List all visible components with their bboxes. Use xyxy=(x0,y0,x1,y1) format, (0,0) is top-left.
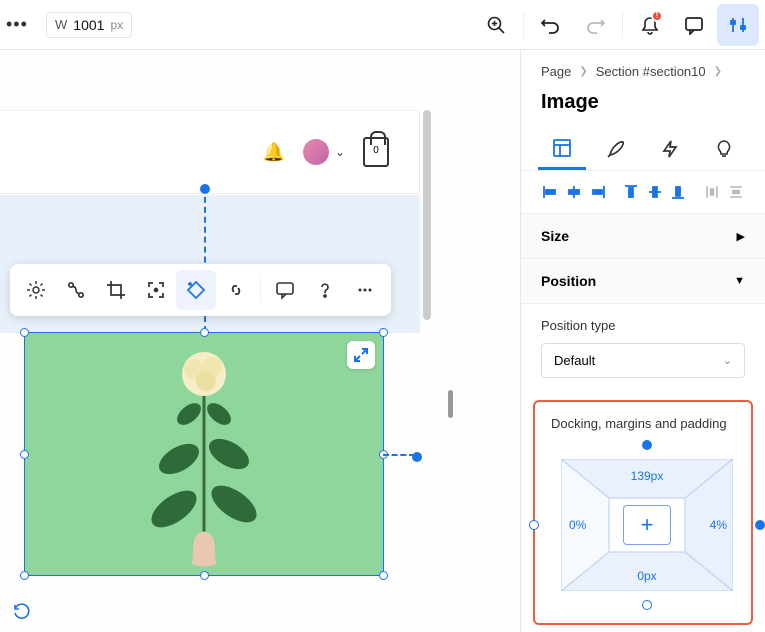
resize-handle[interactable] xyxy=(379,328,388,337)
redo-button[interactable] xyxy=(574,4,616,46)
width-unit: px xyxy=(110,18,123,32)
flower-image-icon xyxy=(134,339,274,569)
top-toolbar: ••• W 1001 px ! xyxy=(0,0,765,50)
position-type-field: Position type Default ⌄ xyxy=(521,304,765,392)
canvas-area[interactable]: 🔔 ⌄ 0 xyxy=(0,110,430,630)
separator xyxy=(260,278,261,302)
resize-handle[interactable] xyxy=(20,571,29,580)
dock-left-icon[interactable] xyxy=(529,520,539,530)
section-position[interactable]: Position ▼ xyxy=(521,259,765,304)
align-right-icon[interactable] xyxy=(588,181,607,203)
align-center-v-icon[interactable] xyxy=(646,181,665,203)
resize-handle[interactable] xyxy=(200,328,209,337)
tab-interactions[interactable] xyxy=(646,128,694,170)
site-header-preview: 🔔 ⌄ 0 xyxy=(0,110,420,194)
notifications-button[interactable]: ! xyxy=(629,4,671,46)
chevron-right-icon: ❯ xyxy=(714,66,722,77)
alert-badge-icon: ! xyxy=(651,10,663,22)
caret-right-icon: ▶ xyxy=(737,230,745,243)
canvas-workspace: 🔔 ⌄ 0 xyxy=(0,50,520,632)
history-icon[interactable] xyxy=(12,602,30,620)
section-size[interactable]: Size ▶ xyxy=(521,214,765,259)
caret-down-icon: ▼ xyxy=(734,275,745,287)
avatar-icon xyxy=(303,139,329,165)
dock-bottom-icon[interactable] xyxy=(642,600,652,610)
section-label: Position xyxy=(541,273,596,289)
more-icon[interactable]: ••• xyxy=(6,14,26,35)
padding-add-button[interactable]: + xyxy=(623,505,671,545)
tab-ideas[interactable] xyxy=(700,128,748,170)
topbar-left: ••• W 1001 px xyxy=(6,12,132,38)
chevron-right-icon: ❯ xyxy=(579,66,587,77)
undo-button[interactable] xyxy=(530,4,572,46)
alignment-bar xyxy=(521,171,765,214)
resize-handle[interactable] xyxy=(200,571,209,580)
inspector-panel: Page ❯ Section #section10 ❯ Image Size xyxy=(520,50,765,632)
tab-design[interactable] xyxy=(592,128,640,170)
inspector-tabs xyxy=(521,128,765,171)
panel-resize-handle[interactable] xyxy=(448,390,453,418)
dock-top-icon[interactable] xyxy=(642,440,652,450)
comment-icon[interactable] xyxy=(265,270,305,310)
focal-point-icon[interactable] xyxy=(136,270,176,310)
tab-layout[interactable] xyxy=(538,128,586,170)
element-toolbar xyxy=(10,264,391,316)
docking-section: Docking, margins and padding + 139px 4% … xyxy=(533,400,753,625)
crop-icon[interactable] xyxy=(96,270,136,310)
path-icon[interactable] xyxy=(56,270,96,310)
account-menu[interactable]: ⌄ xyxy=(303,139,345,165)
margin-top-value[interactable]: 139px xyxy=(631,469,664,483)
help-icon[interactable] xyxy=(305,270,345,310)
resize-handle[interactable] xyxy=(379,571,388,580)
panel-title: Image xyxy=(521,87,765,128)
margin-left-value[interactable]: 0% xyxy=(569,518,586,532)
align-bottom-icon[interactable] xyxy=(669,181,688,203)
width-input-group[interactable]: W 1001 px xyxy=(46,12,132,38)
breadcrumb[interactable]: Page ❯ Section #section10 ❯ xyxy=(521,50,765,87)
margin-bottom-value[interactable]: 0px xyxy=(637,569,656,583)
docking-label: Docking, margins and padding xyxy=(545,416,741,431)
separator xyxy=(523,11,524,39)
distribute-h-icon[interactable] xyxy=(703,181,722,203)
selected-image[interactable] xyxy=(24,332,384,576)
bell-icon[interactable]: 🔔 xyxy=(263,142,285,163)
chevron-down-icon: ⌄ xyxy=(335,145,345,159)
width-label: W xyxy=(55,17,67,32)
breadcrumb-root[interactable]: Page xyxy=(541,64,571,79)
properties-toggle-button[interactable] xyxy=(717,4,759,46)
dock-anchor-top-icon[interactable] xyxy=(200,184,210,194)
zoom-in-button[interactable] xyxy=(475,4,517,46)
comments-button[interactable] xyxy=(673,4,715,46)
chevron-down-icon: ⌄ xyxy=(723,354,732,367)
align-center-h-icon[interactable] xyxy=(565,181,584,203)
field-label: Position type xyxy=(541,318,745,333)
animation-icon[interactable] xyxy=(176,270,216,310)
scrollbar-thumb[interactable] xyxy=(423,110,431,320)
link-icon[interactable] xyxy=(216,270,256,310)
align-top-icon[interactable] xyxy=(622,181,641,203)
canvas-scrollbar[interactable] xyxy=(420,110,434,630)
position-type-select[interactable]: Default ⌄ xyxy=(541,343,745,378)
more-icon[interactable] xyxy=(345,270,385,310)
topbar-right: ! xyxy=(475,4,759,46)
margin-right-value[interactable]: 4% xyxy=(710,518,727,532)
resize-handle[interactable] xyxy=(20,450,29,459)
margin-guide xyxy=(383,454,415,456)
resize-handle[interactable] xyxy=(20,328,29,337)
width-value[interactable]: 1001 xyxy=(73,17,104,33)
cart-icon[interactable]: 0 xyxy=(363,137,389,167)
distribute-v-icon[interactable] xyxy=(726,181,745,203)
dock-right-icon[interactable] xyxy=(755,520,765,530)
cart-count: 0 xyxy=(365,145,387,156)
settings-icon[interactable] xyxy=(16,270,56,310)
expand-button[interactable] xyxy=(347,341,375,369)
section-label: Size xyxy=(541,228,569,244)
align-left-icon[interactable] xyxy=(541,181,560,203)
select-value: Default xyxy=(554,353,595,368)
docking-widget[interactable]: + 139px 4% 0px 0% xyxy=(545,445,749,605)
breadcrumb-section[interactable]: Section #section10 xyxy=(596,64,706,79)
separator xyxy=(622,11,623,39)
